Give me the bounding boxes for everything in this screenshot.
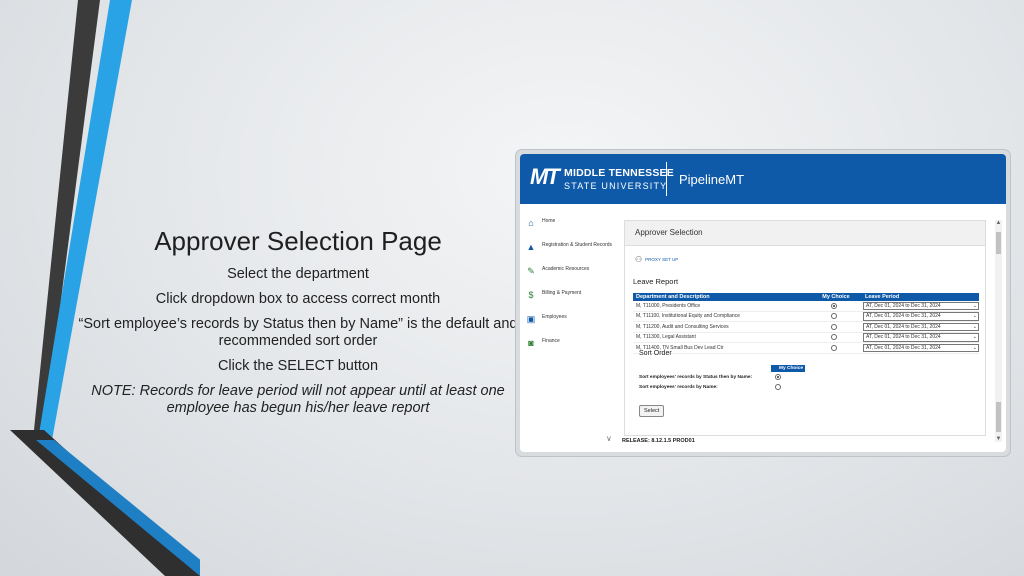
sort-option-row: Sort employees' records by Status then b… (639, 372, 805, 382)
nav-label: Finance (542, 338, 560, 344)
release-text: RELEASE: 8.12.1.5 PROD01 (622, 438, 695, 444)
sort-status-name-radio[interactable] (775, 374, 781, 380)
logo-line1: MIDDLE TENNESSEE (564, 167, 674, 179)
table-row: M, T11200, Audit and Consulting Services… (633, 322, 979, 333)
slide-title: Approver Selection Page (154, 226, 442, 256)
select-button[interactable]: Select (639, 405, 665, 417)
money-icon: ◙ (528, 337, 534, 348)
select-value: AT, Dec 01, 2024 to Dec 31, 2024 (866, 344, 941, 351)
proxy-icon: ⚇ (635, 255, 643, 264)
nav-item-employees[interactable]: ▣ Employees (526, 314, 614, 324)
blue-lower-stripe (36, 440, 200, 576)
dark-lower-stripe (10, 430, 200, 576)
dept-radio[interactable] (831, 344, 838, 351)
leave-period-select[interactable]: AT, Dec 01, 2024 to Dec 31, 2024 ⌄ (863, 333, 979, 342)
table-row: M, T11100, Institutional Equity and Comp… (633, 312, 979, 322)
instruction-4: Click the SELECT button (217, 358, 379, 374)
slide-text-block: Approver Selection Page Select the depar… (60, 226, 536, 417)
dollar-icon: $ (528, 289, 534, 300)
id-card-icon: ▣ (526, 313, 536, 324)
department-table: Department and Description My Choice Lea… (633, 293, 979, 354)
graduation-cap-icon: ▲ (526, 241, 536, 252)
dept-radio[interactable] (831, 323, 838, 330)
select-value: AT, Dec 01, 2024 to Dec 31, 2024 (866, 313, 941, 319)
nav-item-academic[interactable]: ✎ Academic Resources (526, 266, 614, 276)
dept-cell: M, T11300, Legal Assistant (636, 334, 696, 341)
leave-period-select[interactable]: AT, Dec 01, 2024 to Dec 31, 2024 ⌄ (863, 301, 979, 310)
nav-label: Academic Resources (542, 266, 590, 272)
sort-order-table: My Choice Sort employees' records by Sta… (639, 365, 805, 392)
select-value: AT, Dec 01, 2024 to Dec 31, 2024 (866, 323, 941, 330)
leave-period-select[interactable]: AT, Dec 01, 2024 to Dec 31, 2024 ⌄ (863, 312, 979, 321)
table-header: Department and Description My Choice Lea… (633, 293, 979, 301)
col-period: Leave Period (865, 294, 900, 300)
nav-label: Registration & Student Records (542, 242, 613, 248)
nav-label: Employees (542, 314, 567, 320)
panel-header: Approver Selection (625, 221, 985, 246)
nav-label: Home (542, 218, 556, 224)
table-row: M, T11000, Presidents Office AT, Dec 01,… (633, 301, 979, 312)
col-choice: My Choice (822, 294, 850, 300)
sort-option-label: Sort employees' records by Status then b… (639, 374, 753, 380)
chevron-down-icon: ⌄ (972, 323, 977, 330)
scroll-up-icon[interactable]: ▲ (995, 220, 1002, 226)
side-nav: ⌂ Home ▲ Registration & Student Records … (526, 218, 614, 362)
banner-divider (666, 162, 667, 196)
sort-col-header: My Choice (771, 365, 805, 372)
leave-period-select[interactable]: AT, Dec 01, 2024 to Dec 31, 2024 ⌄ (863, 343, 979, 352)
leave-report-title: Leave Report (633, 277, 679, 286)
select-value: AT, Dec 01, 2024 to Dec 31, 2024 (866, 334, 941, 340)
dept-cell: M, T11200, Audit and Consulting Services (636, 323, 729, 330)
dept-radio[interactable] (831, 302, 838, 309)
instruction-1: Select the department (227, 266, 369, 282)
mtsu-logo-mark: MT (530, 164, 560, 189)
select-value: AT, Dec 01, 2024 to Dec 31, 2024 (866, 302, 941, 309)
nav-item-home[interactable]: ⌂ Home (526, 218, 614, 228)
dept-cell: M, T11000, Presidents Office (636, 302, 701, 309)
nav-label: Billing & Payment (542, 290, 582, 296)
chevron-down-icon: ⌄ (972, 344, 977, 351)
col-dept: Department and Description (636, 294, 710, 300)
scroll-thumb-lower[interactable] (996, 402, 1001, 432)
logo-line2: STATE UNIVERSITY (564, 181, 668, 191)
table-row: M, T11300, Legal Assistant AT, Dec 01, 2… (633, 333, 979, 343)
scroll-thumb[interactable] (996, 232, 1001, 254)
chevron-down-icon[interactable]: ∨ (606, 434, 612, 443)
nav-item-billing[interactable]: $ Billing & Payment (526, 290, 614, 300)
nav-item-registration[interactable]: ▲ Registration & Student Records (526, 242, 614, 252)
home-icon: ⌂ (528, 217, 534, 228)
chevron-down-icon: ⌄ (972, 334, 977, 340)
table-row: M, T11400, TN Small Bus Dev Lead Ctr AT,… (633, 343, 979, 354)
sort-name-radio[interactable] (775, 384, 781, 390)
approver-selection-panel: Approver Selection ⚇ PROXY SET UP Leave … (624, 220, 986, 436)
nav-item-finance[interactable]: ◙ Finance (526, 338, 614, 348)
chevron-down-icon: ⌄ (972, 313, 977, 319)
note-text: NOTE: Records for leave period will not … (91, 383, 505, 416)
sort-option-row: Sort employees' records by Name: (639, 382, 805, 392)
embedded-screenshot: MT MIDDLE TENNESSEE STATE UNIVERSITY Pip… (516, 150, 1010, 456)
pencil-icon: ✎ (527, 265, 535, 276)
dept-cell: M, T11100, Institutional Equity and Comp… (636, 313, 740, 320)
app-name: PipelineMT (679, 172, 745, 187)
sort-order-title: Sort Order (639, 350, 672, 357)
instruction-3: “Sort employee’s records by Status then … (78, 316, 518, 349)
sort-option-label: Sort employees' records by Name: (639, 384, 718, 390)
leave-period-select[interactable]: AT, Dec 01, 2024 to Dec 31, 2024 ⌄ (863, 322, 979, 331)
scrollbar[interactable]: ▲ ▼ (995, 220, 1002, 442)
instruction-2: Click dropdown box to access correct mon… (155, 291, 441, 307)
app-window: MT MIDDLE TENNESSEE STATE UNIVERSITY Pip… (520, 154, 1006, 452)
dept-radio[interactable] (831, 334, 838, 341)
scroll-down-icon[interactable]: ▼ (995, 436, 1002, 442)
dept-radio[interactable] (831, 313, 838, 320)
proxy-label: PROXY SET UP (645, 257, 679, 262)
chevron-down-icon: ⌄ (972, 302, 977, 309)
app-banner: MT MIDDLE TENNESSEE STATE UNIVERSITY Pip… (520, 154, 1006, 204)
proxy-setup-link[interactable]: ⚇ PROXY SET UP (635, 255, 678, 264)
